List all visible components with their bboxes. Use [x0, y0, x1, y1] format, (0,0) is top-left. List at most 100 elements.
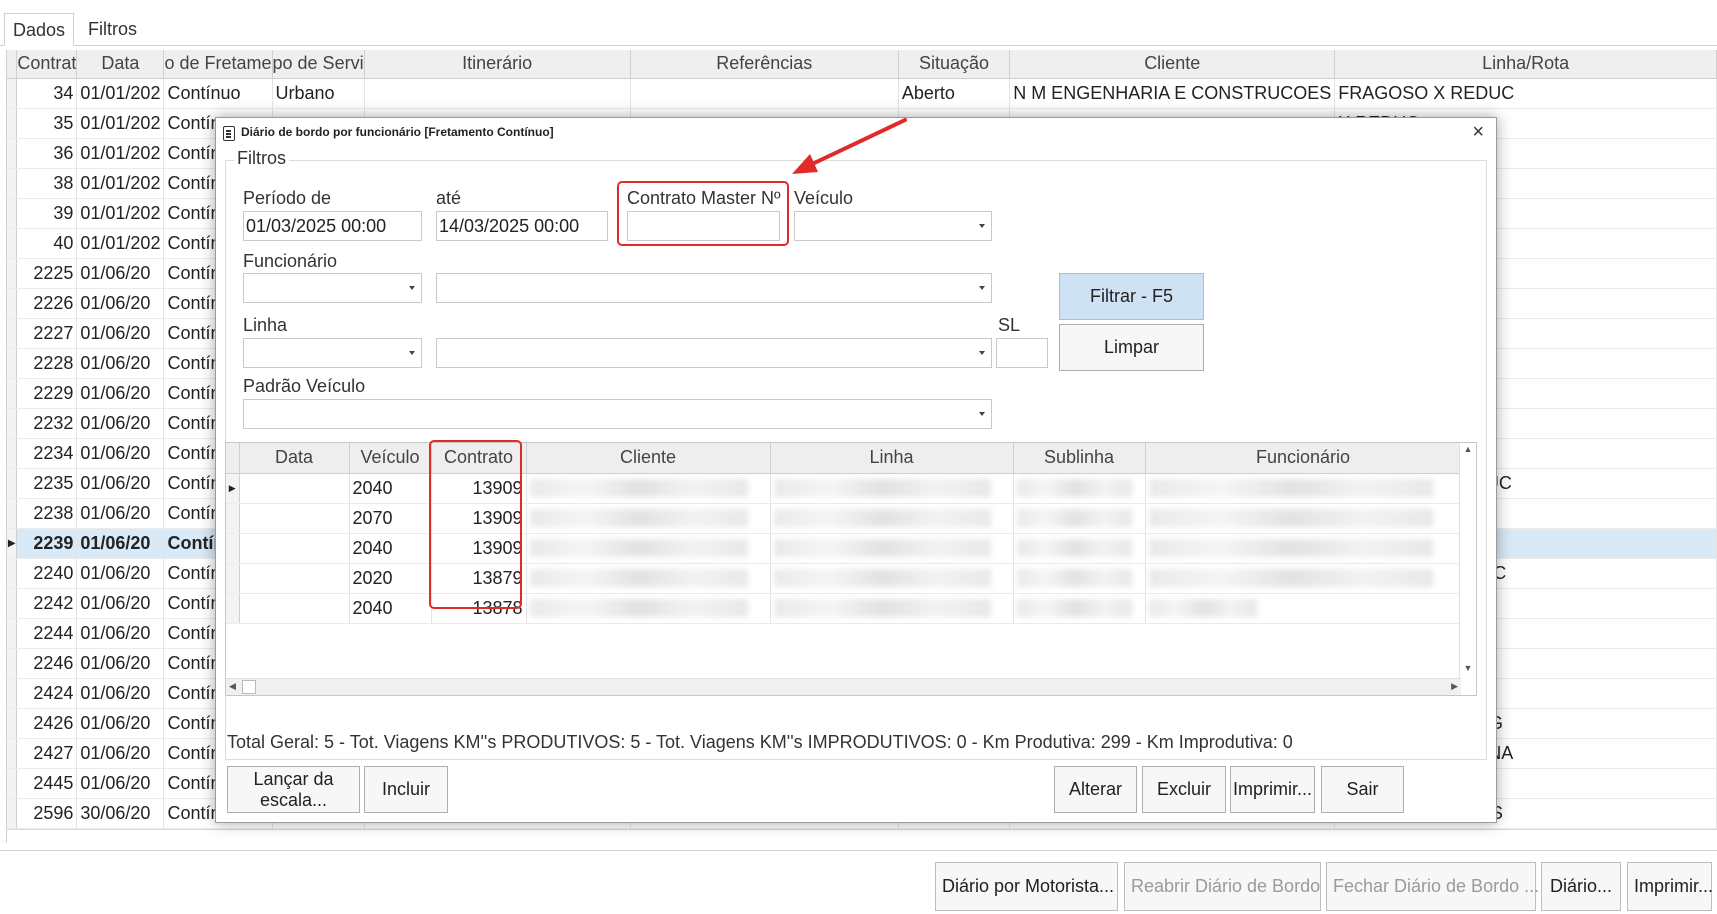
row-indicator[interactable]: [7, 678, 18, 709]
grid-col-sublinha[interactable]: Sublinha: [1013, 443, 1146, 474]
row-indicator[interactable]: [7, 288, 18, 319]
grid-horizontal-scrollbar[interactable]: [6, 829, 1717, 843]
col-header-tipo-servico[interactable]: po de Servi: [272, 50, 365, 79]
table-row[interactable]: 2070 13909: [226, 503, 1462, 534]
filtrar-button[interactable]: Filtrar - F5: [1059, 273, 1204, 320]
table-cell: 34: [16, 78, 78, 109]
tab-filtros[interactable]: Filtros: [80, 13, 145, 46]
row-indicator[interactable]: [7, 228, 18, 259]
row-indicator[interactable]: [7, 168, 18, 199]
fechar-diario-button[interactable]: Fechar Diário de Bordo ...: [1326, 862, 1539, 911]
row-pointer-icon[interactable]: ▶: [7, 528, 18, 559]
row-indicator[interactable]: [7, 258, 18, 289]
col-header-linha-rota[interactable]: Linha/Rota: [1334, 50, 1717, 79]
grid-col-cliente[interactable]: Cliente: [526, 443, 771, 474]
diario-grid[interactable]: Data Veículo Contrato Cliente Linha Subl…: [225, 442, 1477, 696]
padrao-veiculo-combo[interactable]: [243, 399, 992, 429]
row-indicator[interactable]: [7, 738, 18, 769]
ate-input[interactable]: [436, 211, 608, 241]
row-indicator[interactable]: [7, 408, 18, 439]
table-cell: 01/06/20: [76, 528, 165, 559]
chevron-down-icon: [979, 412, 985, 416]
sl-input[interactable]: [996, 338, 1048, 368]
row-indicator[interactable]: [7, 348, 18, 379]
col-header-situacao[interactable]: Situação: [898, 50, 1011, 79]
row-indicator[interactable]: [7, 768, 18, 799]
sair-button[interactable]: Sair: [1321, 766, 1404, 813]
col-header-itinerario[interactable]: Itinerário: [364, 50, 631, 79]
alterar-button[interactable]: Alterar: [1054, 766, 1137, 813]
chevron-down-icon: [979, 286, 985, 290]
redacted-cell: [526, 593, 771, 624]
col-header-contrato[interactable]: Contrat: [16, 50, 78, 79]
row-indicator[interactable]: [7, 468, 18, 499]
table-cell: 2235: [16, 468, 78, 499]
table-row[interactable]: 2040 13878: [226, 593, 1462, 624]
grid-col-data[interactable]: Data: [239, 443, 350, 474]
funcionario-code-combo[interactable]: [243, 273, 422, 303]
row-indicator[interactable]: [7, 438, 18, 469]
linha-name-combo[interactable]: [436, 338, 992, 368]
tab-dados[interactable]: Dados: [4, 13, 75, 46]
col-header-data[interactable]: Data: [76, 50, 165, 79]
grid-col-linha[interactable]: Linha: [770, 443, 1014, 474]
limpar-button[interactable]: Limpar: [1059, 324, 1204, 371]
row-indicator[interactable]: [7, 588, 18, 619]
row-indicator[interactable]: [226, 563, 240, 594]
scroll-up-icon[interactable]: ▲: [1462, 444, 1474, 458]
table-cell: 01/06/20: [76, 318, 165, 349]
row-indicator[interactable]: [7, 558, 18, 589]
row-indicator[interactable]: [7, 78, 18, 109]
imprimir-button[interactable]: Imprimir...: [1230, 766, 1315, 813]
scroll-right-icon[interactable]: ▶: [1451, 681, 1458, 692]
table-cell: 2426: [16, 708, 78, 739]
row-indicator[interactable]: [7, 108, 18, 139]
row-indicator[interactable]: [7, 798, 18, 829]
col-header-cliente[interactable]: Cliente: [1009, 50, 1336, 79]
row-indicator[interactable]: [7, 378, 18, 409]
table-cell: 01/06/20: [76, 348, 165, 379]
row-indicator[interactable]: [226, 533, 240, 564]
close-icon[interactable]: ×: [1472, 121, 1484, 144]
table-cell: 01/06/20: [76, 498, 165, 529]
table-row[interactable]: 2020 13879: [226, 563, 1462, 594]
grid-col-funcionario[interactable]: Funcionário: [1145, 443, 1462, 474]
diario-por-motorista-button[interactable]: Diário por Motorista...: [935, 862, 1118, 911]
row-indicator[interactable]: [7, 138, 18, 169]
row-indicator[interactable]: [7, 198, 18, 229]
row-indicator[interactable]: [7, 648, 18, 679]
col-header-tipo-fretamento[interactable]: o de Fretame: [163, 50, 273, 79]
table-cell: 2040: [349, 473, 432, 504]
table-row[interactable]: 2040 13909: [226, 533, 1462, 564]
table-cell: 2070: [349, 503, 432, 534]
row-indicator[interactable]: [226, 593, 240, 624]
periodo-de-input[interactable]: [243, 211, 422, 241]
grid-col-contrato[interactable]: Contrato: [431, 443, 527, 474]
row-indicator[interactable]: [226, 503, 240, 534]
contrato-master-input[interactable]: [627, 211, 780, 241]
row-indicator[interactable]: [7, 618, 18, 649]
row-indicator[interactable]: [7, 318, 18, 349]
incluir-button[interactable]: Incluir: [364, 766, 448, 813]
diario-button[interactable]: Diário...: [1541, 862, 1621, 911]
scroll-left-icon[interactable]: ◀: [229, 681, 236, 692]
table-row[interactable]: 34 01/01/202 Contínuo Urbano Aberto N M ENGEN…: [7, 78, 1717, 109]
col-header-referencias[interactable]: Referências: [630, 50, 899, 79]
table-cell: FRAGOSO X REDUC: [1334, 78, 1717, 109]
row-pointer-icon[interactable]: ▶: [226, 473, 240, 504]
scroll-down-icon[interactable]: ▼: [1462, 663, 1474, 677]
grid-col-veiculo[interactable]: Veículo: [349, 443, 432, 474]
excluir-button[interactable]: Excluir: [1142, 766, 1226, 813]
grid-vertical-scrollbar[interactable]: ▲ ▼: [1459, 443, 1476, 695]
funcionario-name-combo[interactable]: [436, 273, 992, 303]
row-indicator[interactable]: [7, 498, 18, 529]
grid-horizontal-scrollbar-inner[interactable]: ◀ ▶: [226, 678, 1461, 695]
reabrir-diario-button[interactable]: Reabrir Diário de Bordo: [1124, 862, 1321, 911]
lancar-escala-button[interactable]: Lançar da escala...: [227, 766, 360, 813]
table-row[interactable]: ▶ 2040 13909: [226, 473, 1462, 504]
veiculo-combo[interactable]: [794, 211, 992, 241]
row-indicator[interactable]: [7, 708, 18, 739]
linha-code-combo[interactable]: [243, 338, 422, 368]
imprimir-footer-button[interactable]: Imprimir...: [1627, 862, 1713, 911]
scroll-thumb[interactable]: [242, 680, 256, 694]
